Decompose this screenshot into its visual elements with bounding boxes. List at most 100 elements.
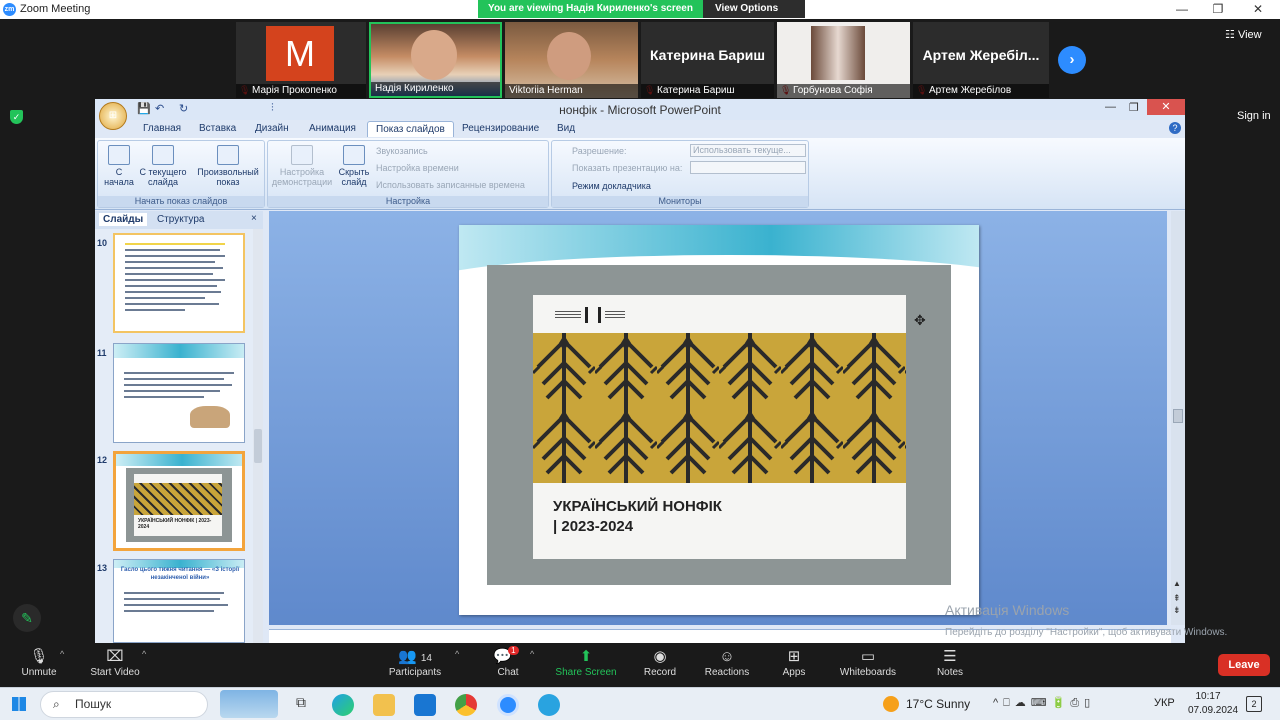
record-icon: ◉: [653, 648, 667, 665]
slide-photo[interactable]: УКРАЇНСЬКИЙ НОНФІК | 2023-2024: [487, 265, 951, 585]
tab-insert[interactable]: Вставка: [191, 121, 244, 136]
redo-icon[interactable]: ↻: [179, 102, 188, 115]
record-narration[interactable]: Звукозапись: [376, 146, 428, 156]
participant-name: Viktoriia Herman: [505, 84, 638, 98]
annotate-pencil-icon[interactable]: ✎: [13, 604, 41, 632]
ppt-close-button[interactable]: ✕: [1147, 99, 1185, 115]
group-label: Мониторы: [552, 196, 808, 207]
slide-thumbnail[interactable]: [113, 343, 245, 443]
share-screen-button[interactable]: ⬆ Share Screen: [551, 647, 621, 678]
leave-button[interactable]: Leave: [1218, 654, 1270, 676]
sun-icon: [883, 696, 899, 712]
record-button[interactable]: ◉ Record: [625, 647, 695, 678]
tab-review[interactable]: Рецензирование: [454, 121, 547, 136]
slide-thumbnail[interactable]: Гасло цього тижня читання — «З історії н…: [113, 559, 245, 643]
slide-thumbnail[interactable]: [113, 233, 245, 333]
weather-widget[interactable]: 17°C Sunny: [906, 697, 970, 711]
presenter-mode-checkbox[interactable]: Режим докладчика: [572, 181, 651, 191]
undo-icon[interactable]: ↶: [155, 102, 164, 115]
zoom-app-icon[interactable]: [497, 694, 519, 716]
close-button[interactable]: ✕: [1240, 0, 1276, 19]
security-shield-icon[interactable]: ✓: [10, 110, 23, 124]
help-icon[interactable]: ?: [1169, 122, 1181, 134]
apps-button[interactable]: ⊞ Apps: [759, 647, 829, 678]
sign-in-link[interactable]: Sign in: [1237, 110, 1271, 122]
notes-button[interactable]: ☰ Notes: [915, 647, 985, 678]
start-video-button[interactable]: ⌧ Start Video: [80, 647, 150, 678]
view-options-button[interactable]: View Options ⌄: [703, 0, 805, 32]
rehearse-timings[interactable]: Настройка времени: [376, 163, 459, 173]
mail-icon[interactable]: [414, 694, 436, 716]
taskbar-search[interactable]: ⌕ Пошук: [40, 691, 208, 718]
maximize-button[interactable]: ❐: [1200, 0, 1236, 19]
pane-scrollbar[interactable]: [253, 229, 263, 643]
participant-tile[interactable]: 🎙 Горбунова Софія: [777, 22, 910, 98]
audio-options-chevron-icon[interactable]: ^: [60, 649, 64, 659]
tab-view[interactable]: Вид: [549, 121, 583, 136]
pane-close-icon[interactable]: ×: [251, 213, 257, 224]
task-view-icon[interactable]: ⧉: [290, 694, 312, 716]
system-tray-icons[interactable]: ^⎕☁⌨🔋⎙▯: [993, 696, 1095, 710]
show-on-select[interactable]: [690, 161, 806, 174]
vertical-scrollbar[interactable]: ▲ ⇞ ⇟: [1171, 211, 1185, 625]
from-beginning-button[interactable]: С начала: [102, 145, 136, 187]
view-button[interactable]: ☷ View: [1225, 28, 1262, 41]
current-slide[interactable]: УКРАЇНСЬКИЙ НОНФІК | 2023-2024: [459, 225, 979, 615]
scroll-thumb[interactable]: [254, 429, 262, 463]
slide-number: 13: [97, 563, 108, 573]
hide-slide-button[interactable]: Скрыть слайд: [336, 145, 372, 187]
chrome-icon[interactable]: [455, 694, 477, 716]
custom-show-button[interactable]: Произвольный показ: [194, 145, 262, 187]
custom-show-icon: [217, 145, 239, 165]
search-highlight-image[interactable]: [220, 690, 278, 718]
setup-show-button[interactable]: Настройка демонстрации: [270, 145, 334, 187]
participant-tile[interactable]: Viktoriia Herman: [505, 22, 638, 98]
chat-options-chevron-icon[interactable]: ^: [530, 649, 534, 659]
zoom-logo-icon: zm: [3, 3, 16, 16]
tab-design[interactable]: Дизайн: [247, 121, 297, 136]
resolution-select[interactable]: Использовать текуще...: [690, 144, 806, 157]
scroll-up-arrow-icon[interactable]: ▲: [1173, 579, 1181, 588]
ppt-maximize-button[interactable]: ❐: [1129, 101, 1139, 114]
whiteboards-button[interactable]: ▭ Whiteboards: [833, 647, 903, 678]
hide-slide-icon: [343, 145, 365, 165]
slideshow-play-icon: [108, 145, 130, 165]
telegram-icon[interactable]: [538, 694, 560, 716]
minimize-button[interactable]: —: [1164, 0, 1200, 19]
ornament-svg: [533, 333, 906, 483]
participant-tile[interactable]: Катерина Бариш 🎙 Катерина Бариш: [641, 22, 774, 98]
next-slide-icon[interactable]: ⇟: [1173, 605, 1181, 616]
participant-tile[interactable]: Артем Жеребіл... 🎙 Артем Жеребілов: [913, 22, 1049, 98]
participant-name: Артем Жеребілов: [913, 84, 1049, 98]
qat-customize-icon[interactable]: ⫶: [271, 102, 274, 115]
video-options-chevron-icon[interactable]: ^: [142, 649, 146, 659]
tab-slideshow[interactable]: Показ слайдов: [367, 121, 454, 137]
clock[interactable]: 10:17 07.09.2024: [1188, 690, 1238, 718]
tab-animation[interactable]: Анимация: [301, 121, 364, 136]
scroll-thumb[interactable]: [1173, 409, 1183, 423]
slide-thumbnail-selected[interactable]: УКРАЇНСЬКИЙ НОНФІК | 2023-2024: [113, 451, 245, 551]
ppt-minimize-button[interactable]: —: [1105, 101, 1116, 113]
tab-slides[interactable]: Слайды: [99, 213, 148, 226]
next-page-button[interactable]: ›: [1058, 46, 1086, 74]
participant-name: Горбунова Софія: [777, 84, 910, 98]
from-current-button[interactable]: С текущего слайда: [138, 145, 188, 187]
tab-outline[interactable]: Структура: [157, 214, 204, 225]
tab-home[interactable]: Главная: [135, 121, 189, 136]
ppt-title: нонфік - Microsoft PowerPoint: [559, 103, 721, 117]
participant-tile[interactable]: M 🎙 Марія Прокопенко: [236, 22, 366, 98]
participant-name: Катерина Бариш: [641, 84, 774, 98]
edge-icon[interactable]: [332, 694, 354, 716]
file-explorer-icon[interactable]: [373, 694, 395, 716]
windows-start-icon[interactable]: [12, 697, 26, 711]
participants-options-chevron-icon[interactable]: ^: [455, 649, 459, 659]
save-icon[interactable]: 💾: [137, 102, 151, 115]
notifications-icon[interactable]: 2: [1246, 696, 1262, 712]
reactions-button[interactable]: ☺ Reactions: [692, 647, 762, 678]
language-indicator[interactable]: УКР: [1154, 697, 1175, 709]
participant-tile[interactable]: Надія Кириленко: [369, 22, 502, 98]
participants-button[interactable]: 👥 14 Participants: [380, 647, 450, 678]
prev-slide-icon[interactable]: ⇞: [1173, 593, 1181, 604]
slide-number: 11: [97, 348, 107, 358]
use-timings-checkbox[interactable]: Использовать записанные времена: [376, 180, 525, 190]
